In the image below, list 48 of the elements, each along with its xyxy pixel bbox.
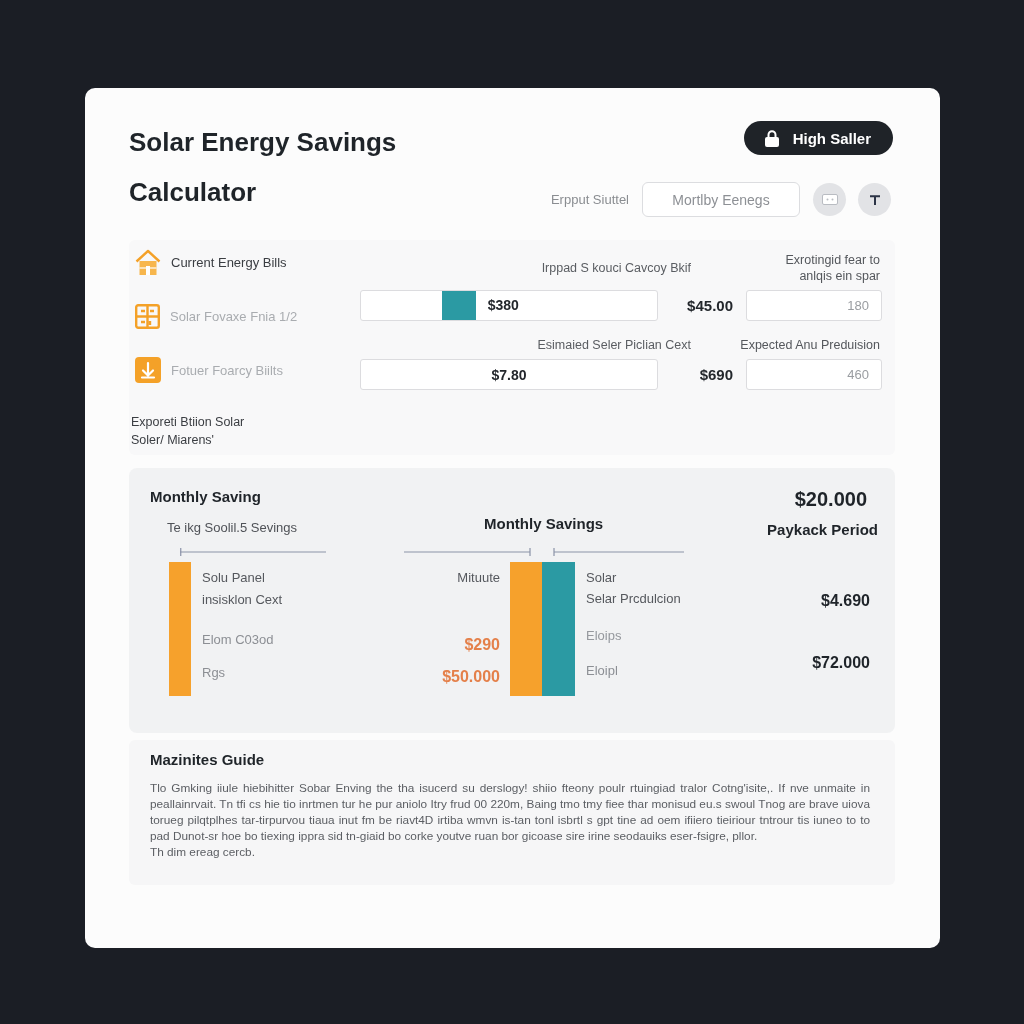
action-button[interactable]: High Saller [743,121,893,155]
field-label: Exrotingid fear to anlqis ein spar [784,252,880,284]
category-label: Fotuer Foarcy Biilts [171,362,283,378]
amount-value: $290 [464,635,500,655]
chart-label: Solar [586,569,618,587]
chart-label: Rgs [202,664,227,682]
summary-value: $72.000 [812,653,870,673]
text-tool-button[interactable] [858,183,891,216]
arrow-down-icon [135,357,161,383]
note-text: Exporeti Btiion Solar Soler/ Miarens' [131,414,246,449]
chart-label: Elom C03od [202,631,275,649]
chart-label: Mituute [457,569,500,587]
amount-slider[interactable]: $380 [360,290,658,321]
page-title: Solar Energy Savings Calculator [129,126,398,209]
grid-icon [135,303,160,329]
category-label: Current Energy Bills [171,254,287,270]
text-input[interactable]: Mortlby Eenegs [642,182,800,217]
field-label: Esimaied Seler Piclian Cext [537,337,691,353]
card-view-button[interactable] [813,183,846,216]
number-input[interactable]: 180 [746,290,882,321]
chart-title: Monthly Savings [484,514,604,534]
chart-label: Eloipl [586,662,619,680]
field-label: Erpput Siuttel [550,192,629,207]
lock-icon [763,129,780,147]
summary-label: Paykack Period [767,520,878,540]
amount-value: $690 [699,366,733,383]
section-title: Monthly Saving [150,487,261,507]
section-title: Mazinites Guide [150,750,266,770]
card-icon [821,194,838,205]
amount-value: $50.000 [442,667,500,687]
slider-thumb[interactable] [441,291,476,320]
house-icon [135,248,161,276]
chart-subtitle: Te ikg Soolil.5 Sevings [167,519,298,537]
field-label: Irppad S kouci Cavcoy Bkif [541,260,691,276]
category-label: Solar Fovaxe Fnia 1/2 [170,308,298,324]
amount-input[interactable]: $7.80 [360,359,658,390]
summary-value: $4.690 [821,591,870,611]
number-input[interactable]: 460 [746,359,882,390]
amount-value: $45.00 [687,297,733,314]
chart-label: Solu Panel insisklon Cext [202,569,284,609]
total-value: $20.000 [794,487,867,511]
chart-label: Selar Prcdulcion [586,590,681,608]
guide-paragraph: Th dim ereag cercb. [150,844,256,860]
text-icon [869,194,880,205]
field-label: Expected Anu Preduision [740,337,880,353]
slider-value: $380 [487,296,519,315]
chart-label: Eloips [586,627,623,645]
guide-paragraph: Tlo Gmking iiule hiebihitter Sobar Enving the tha isucerd su derslogy! shiio fteony poulr rtuingiad tralor Cotng'isite,. If nve unmaite in peallainrvait. Tn tfi cs hie tio inrtmen tur he pur aniolo Itry frud 00 220m, Baing tmo tmy fiee thar monisud eu.s swoul Tnog are brave uiova torueg pilqtplhes tar-tirpurvou tiaua inut fm be riavt4D irtiba wmvn is-tan tonl isbrtl s gpt tine ad oem ifiiero tieiriour tntrour tis iuneo to to pad Dunot-sr hoe bo tiexing ippra sid tn-giaid bo corke youtve ruan bor gicoase sire irine seodauiks eser-fsigre, pllor. [150,780,870,844]
